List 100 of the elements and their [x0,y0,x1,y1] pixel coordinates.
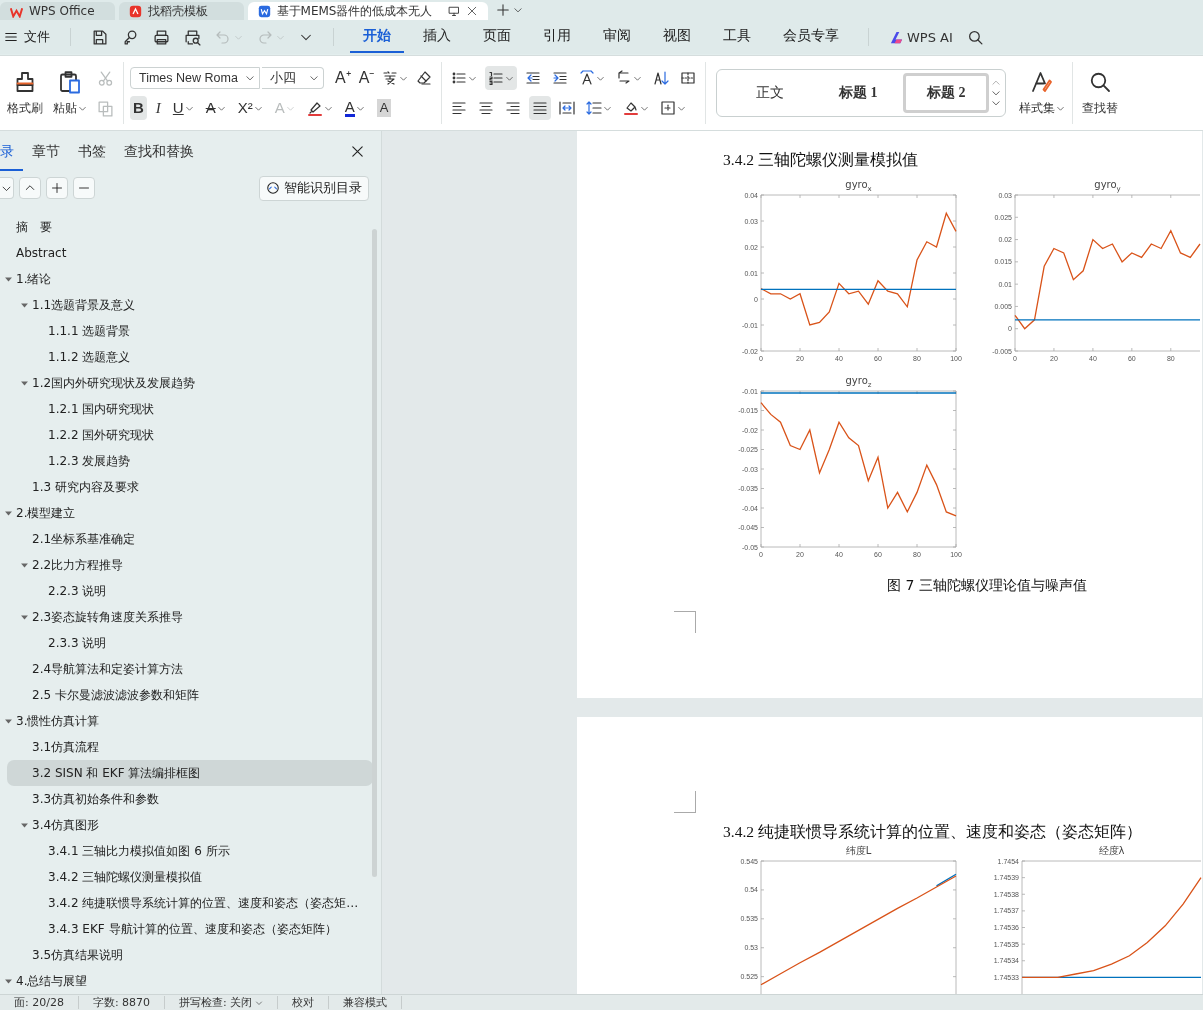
outline-item[interactable]: 2.模型建立 [7,500,373,526]
outline-item[interactable]: 3.惯性仿真计算 [7,708,373,734]
font-color-button[interactable]: A [341,96,368,120]
outline-item[interactable]: 1.2.3 发展趋势 [7,448,373,474]
outline-item[interactable]: 2.3姿态旋转角速度关系推导 [7,604,373,630]
panel-tab[interactable]: 录 [0,135,23,171]
outline-item[interactable]: 3.1仿真流程 [7,734,373,760]
outline-item[interactable]: 1.2.1 国内研究现状 [7,396,373,422]
close-icon[interactable] [465,5,478,17]
wps-ai-button[interactable]: WPS AI [885,26,957,48]
outline-item[interactable]: 1.1.2 选题意义 [7,344,373,370]
plus-icon[interactable] [495,3,510,17]
highlighter-icon [306,100,323,116]
superscript-button[interactable]: X² [234,96,266,120]
grow-button[interactable]: A⁺ [332,66,354,90]
outline-item[interactable]: 1.3 研究内容及要求 [7,474,373,500]
style-option[interactable]: 标题 2 [903,73,990,113]
justify-button[interactable] [529,96,552,120]
style-set-button[interactable]: 样式集 [1016,65,1069,121]
outline-item[interactable]: 2.1坐标系基准确定 [7,526,373,552]
outline-item[interactable]: 3.4.3 EKF 导航计算的位置、速度和姿态（姿态矩阵） [7,916,373,942]
shading-bucket-icon [623,100,640,116]
app-tab[interactable]: 基于MEMS器件的低成本无人 [247,2,488,20]
ribbon-tab[interactable]: 开始 [350,21,404,53]
panel-tab[interactable]: 章节 [23,135,69,171]
scrollbar[interactable] [372,229,377,877]
collapse-button[interactable] [0,177,14,199]
add-button[interactable] [46,177,68,199]
chart-title: 经度λ [1098,845,1125,857]
outline-item[interactable]: 1.1.1 选题背景 [7,318,373,344]
outline-item[interactable]: 摘 要 [7,214,373,240]
ribbon-tab[interactable]: 页面 [470,21,524,53]
outline-item[interactable]: 2.3.3 说明 [7,630,373,656]
outline-item[interactable]: 3.4仿真图形 [7,812,373,838]
outline-item[interactable]: 4.总结与展望 [7,968,373,994]
outline-item[interactable]: 3.4.2 纯捷联惯导系统计算的位置、速度和姿态（姿态矩… [7,890,373,916]
style-option[interactable]: 标题 1 [815,73,902,113]
outline-item[interactable]: 3.4.2 三轴陀螺仪测量模拟值 [7,864,373,890]
outline-item[interactable]: 2.5 卡尔曼滤波滤波参数和矩阵 [7,682,373,708]
find-replace-button[interactable]: 查找替 [1079,65,1122,121]
outline-item[interactable]: 1.1选题背景及意义 [7,292,373,318]
outline-item[interactable]: 3.4.1 三轴比力模拟值如图 6 所示 [7,838,373,864]
style-option[interactable]: 正文 [727,73,814,113]
caret-icon[interactable] [512,5,523,15]
outline-item[interactable]: Abstract [7,240,373,266]
outline-item[interactable]: 3.2 SISN 和 EKF 算法编排框图 [7,760,373,786]
remove-button[interactable] [73,177,95,199]
outline-item[interactable]: 1.2.2 国外研究现状 [7,422,373,448]
section-heading: 3.4.2 纯捷联惯导系统计算的位置、速度和姿态（姿态矩阵） [723,822,1143,842]
outline-item[interactable]: 2.2.3 说明 [7,578,373,604]
file-menu[interactable]: 文件 [0,25,54,49]
shrink-button[interactable]: A⁻ [355,66,378,90]
outline-item[interactable]: 1.2国内外研究现状及发展趋势 [7,370,373,396]
print-preview-icon[interactable] [184,28,201,46]
tab-title: WPS Office [29,4,95,18]
save-icon[interactable] [91,28,108,46]
outline-item[interactable]: 2.2比力方程推导 [7,552,373,578]
status-item[interactable]: 校对 [278,996,330,1009]
app-tab[interactable]: 找稻壳模板 [118,2,244,20]
underline-button[interactable]: U [169,96,197,120]
outline-item[interactable]: 3.5仿真结果说明 [7,942,373,968]
justify-icon [532,100,549,116]
scissors-icon [97,69,114,87]
strike-button[interactable]: A [202,96,229,120]
key-icon[interactable] [122,28,139,46]
status-item[interactable]: 兼容模式 [329,996,403,1009]
bold-button[interactable]: B [130,96,147,120]
printer-icon[interactable] [153,28,170,46]
numbering-button[interactable] [485,66,518,90]
chevron-down-icon[interactable] [991,88,1002,98]
panel-tab[interactable]: 查找和替换 [115,135,203,171]
app-tab[interactable]: WPS Office [0,2,115,20]
line-spacing-icon [586,100,603,116]
status-item[interactable]: 拼写检查: 关闭 [165,996,279,1009]
outline-item[interactable]: 3.3仿真初始条件和参数 [7,786,373,812]
smart-catalog-button[interactable]: 智能识别目录 [259,175,369,201]
caret-icon[interactable] [991,98,1002,108]
outline-item[interactable]: 2.4导航算法和定姿计算方法 [7,656,373,682]
status-item[interactable]: 面: 20/28 [0,996,79,1009]
monitor-icon[interactable] [447,5,460,17]
text-direction-icon [579,70,596,86]
align-left-icon [451,100,468,116]
format-painter-button[interactable]: 格式刷 [4,65,46,121]
copy-icon [97,99,114,117]
panel-tab[interactable]: 书签 [69,135,115,171]
sort-icon [653,70,670,86]
paste-button[interactable]: 粘贴 [50,65,90,121]
font-name-dropdown[interactable]: Times New Roma [130,67,260,89]
search-icon[interactable] [966,28,984,46]
close-icon[interactable] [350,143,365,159]
ribbon-tab[interactable]: 会员专享 [770,21,852,53]
italic-button[interactable]: I [152,96,164,120]
outline-item[interactable]: 1.绪论 [7,266,373,292]
ribbon-tab[interactable]: 工具 [710,21,764,53]
ribbon-tab[interactable]: 引用 [530,21,584,53]
status-item[interactable]: 字数: 8870 [78,996,166,1009]
ribbon-tab[interactable]: 审阅 [590,21,644,53]
font-size-dropdown[interactable]: 小四 [262,67,324,89]
ribbon-tab[interactable]: 视图 [650,21,704,53]
ribbon-tab[interactable]: 插入 [410,21,464,53]
